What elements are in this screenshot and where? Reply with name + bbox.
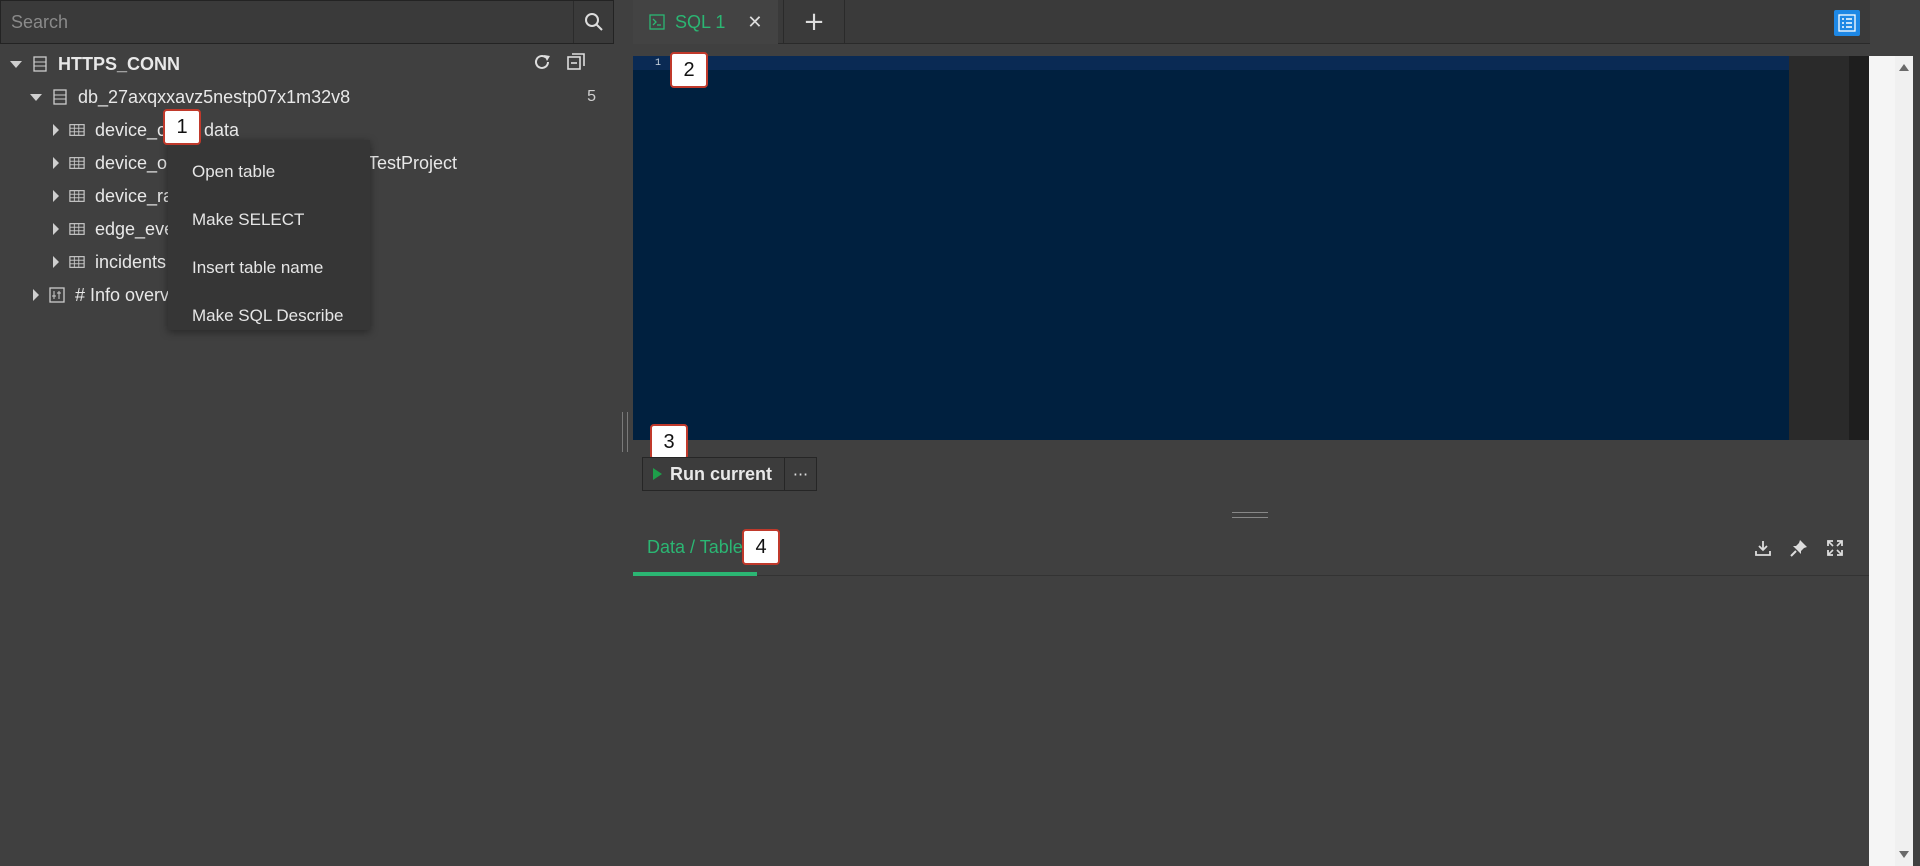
expand-icon[interactable] [1825, 538, 1845, 558]
table-name: device_ra [95, 185, 174, 206]
menu-make-sql-describe[interactable]: Make SQL Describe [168, 292, 370, 340]
search-button[interactable] [573, 1, 613, 43]
tab-sql-1[interactable]: SQL 1 ✕ [633, 0, 778, 44]
expand-icon [30, 93, 42, 101]
tree-table-row[interactable]: incidents [50, 246, 166, 278]
play-icon [653, 468, 662, 480]
panel-toggle-button[interactable] [1834, 10, 1860, 36]
tree-table-row[interactable]: device_ra [50, 180, 173, 212]
marker-badge: 1 [163, 109, 201, 145]
database-icon [52, 89, 68, 105]
table-name: device_c [95, 119, 167, 140]
tree-connection[interactable]: HTTPS_CONN [10, 48, 180, 80]
results-tabs: Data / Table [633, 522, 1869, 576]
scroll-up-icon[interactable] [1899, 64, 1909, 71]
server-icon [32, 56, 48, 72]
scroll-down-icon[interactable] [1899, 851, 1909, 858]
window-edge [1869, 56, 1895, 866]
vertical-scrollbar[interactable] [1895, 56, 1913, 866]
table-icon [69, 254, 85, 270]
close-icon[interactable]: ✕ [747, 12, 762, 33]
editor-minimap[interactable] [1789, 56, 1849, 440]
current-line-highlight [633, 56, 1789, 70]
marker-badge: 3 [650, 424, 688, 460]
collapse-all-icon[interactable] [566, 52, 586, 72]
plus-icon: + [803, 7, 825, 37]
run-toolbar: Run current ··· [642, 457, 818, 491]
horizontal-splitter-handle[interactable] [1232, 512, 1268, 518]
info-overview-label: # Info overv [75, 284, 170, 305]
tab-label: SQL 1 [675, 11, 726, 32]
app-root: HTTPS_CONN db_27axqxxavz5nestp07x1m32v8 … [0, 0, 1920, 866]
tab-data-table[interactable]: Data / Table [633, 522, 757, 576]
table-name: edge_eve [95, 218, 175, 239]
line-number: 1 [655, 58, 662, 69]
collapsed-icon [53, 157, 59, 169]
editor-scroll-track[interactable] [1849, 56, 1869, 440]
tree-table-row[interactable]: device_c [50, 114, 166, 146]
search-box [0, 0, 614, 44]
table-icon [69, 221, 85, 237]
terminal-icon [649, 14, 665, 30]
results-actions [1753, 538, 1845, 558]
table-name-tail: TestProject [368, 152, 458, 173]
editor-tabs: SQL 1 ✕ + [633, 0, 1870, 44]
collapsed-icon [53, 124, 59, 136]
navigator-panel: HTTPS_CONN db_27axqxxavz5nestp07x1m32v8 … [0, 0, 620, 866]
search-icon [584, 13, 603, 31]
list-icon [1838, 14, 1856, 32]
table-icon [69, 122, 85, 138]
table-name: device_o [95, 152, 168, 173]
collapsed-icon [53, 223, 59, 235]
database-count: 5 [587, 88, 596, 105]
expand-icon [10, 60, 22, 68]
results-body [633, 576, 1869, 866]
vertical-splitter-handle[interactable] [622, 412, 628, 452]
more-options-button[interactable]: ··· [785, 457, 818, 491]
refresh-icon[interactable] [532, 52, 552, 72]
marker-badge: 2 [670, 52, 708, 88]
run-current-label: Run current [670, 463, 773, 484]
tree-table-row[interactable]: device_o [50, 147, 167, 179]
menu-insert-table-name[interactable]: Insert table name [168, 244, 370, 292]
connection-name: HTTPS_CONN [58, 53, 181, 74]
pin-icon[interactable] [1789, 538, 1809, 558]
sql-editor[interactable]: 1 [633, 56, 1789, 440]
collapsed-icon [53, 256, 59, 268]
run-current-button[interactable]: Run current [642, 457, 786, 491]
table-icon [69, 155, 85, 171]
menu-open-table[interactable]: Open table [168, 148, 370, 196]
download-icon[interactable] [1753, 538, 1773, 558]
collapsed-icon [53, 190, 59, 202]
table-icon [69, 188, 85, 204]
collapsed-icon [33, 289, 39, 301]
info-overview-icon [49, 287, 65, 303]
marker-badge: 4 [742, 529, 780, 565]
table-name: incidents [95, 251, 167, 272]
tree-info-row[interactable]: # Info overv [30, 279, 169, 311]
context-menu: Open table Make SELECT Insert table name… [168, 140, 370, 330]
database-name: db_27axqxxavz5nestp07x1m32v8 [78, 86, 351, 107]
menu-make-select[interactable]: Make SELECT [168, 196, 370, 244]
add-tab-button[interactable]: + [783, 0, 845, 44]
tree-table-row[interactable]: edge_eve [50, 213, 174, 245]
tree-actions [532, 52, 586, 72]
search-input[interactable] [1, 1, 575, 43]
